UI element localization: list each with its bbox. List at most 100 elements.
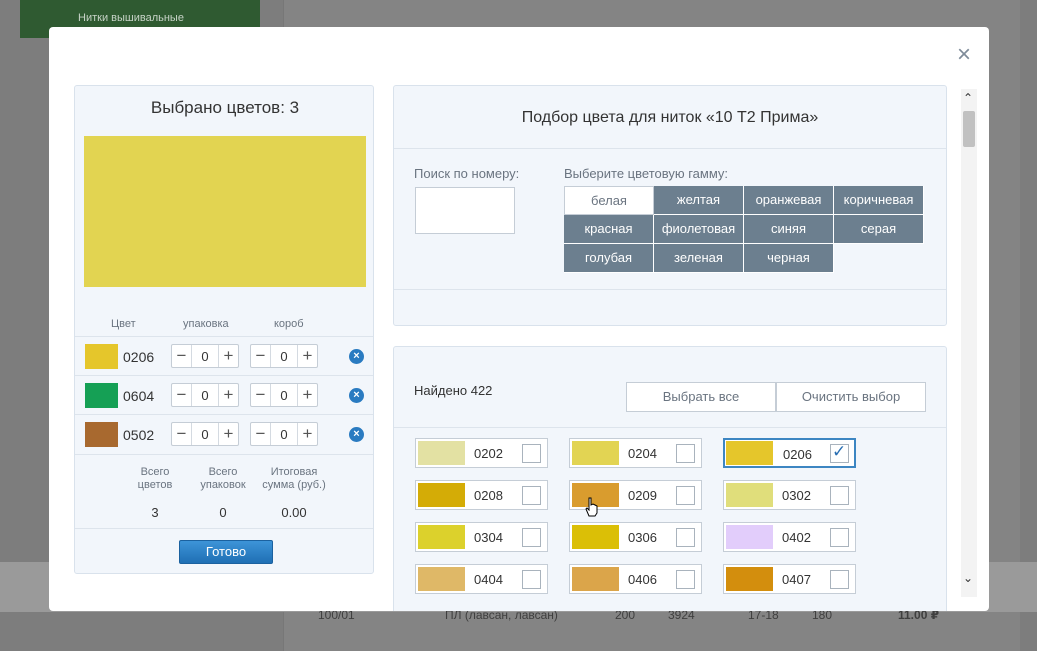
color-swatch: [85, 344, 118, 369]
scrollbar-thumb[interactable]: [963, 111, 975, 147]
color-swatch: [572, 567, 619, 591]
done-button[interactable]: Готово: [179, 540, 273, 564]
color-range-2[interactable]: оранжевая: [744, 186, 834, 215]
modal-scrollbar[interactable]: ⌃ ⌄: [961, 89, 977, 597]
search-number-input[interactable]: [415, 187, 515, 234]
pack-stepper[interactable]: −0 +: [171, 344, 239, 368]
select-all-button[interactable]: Выбрать все: [626, 382, 776, 412]
plus-icon[interactable]: +: [297, 423, 317, 445]
minus-icon[interactable]: −: [251, 345, 271, 367]
color-tile[interactable]: 0304: [415, 522, 548, 552]
pack-quantity[interactable]: 0: [193, 345, 217, 367]
pack-quantity[interactable]: 0: [193, 423, 217, 445]
pack-stepper[interactable]: −0 +: [171, 422, 239, 446]
minus-icon[interactable]: −: [172, 345, 192, 367]
total-colors-value: 3: [151, 505, 159, 520]
color-tile[interactable]: 0407: [723, 564, 856, 594]
color-range-5[interactable]: фиолетовая: [654, 215, 744, 244]
color-range-0[interactable]: белая: [564, 186, 654, 215]
color-range-3[interactable]: коричневая: [834, 186, 924, 215]
column-header-box: короб: [274, 318, 304, 330]
hand-cursor-icon: [585, 497, 598, 517]
color-tile[interactable]: 0306: [569, 522, 702, 552]
select-checkbox[interactable]: [522, 444, 541, 463]
pack-stepper[interactable]: −0 +: [171, 383, 239, 407]
scroll-up-icon[interactable]: ⌃: [963, 91, 973, 105]
color-swatch: [726, 441, 773, 465]
color-range-10[interactable]: черная: [744, 244, 834, 273]
color-tile[interactable]: 0406: [569, 564, 702, 594]
box-quantity[interactable]: 0: [272, 384, 296, 406]
color-range-8[interactable]: голубая: [564, 244, 654, 273]
color-tile[interactable]: 0202: [415, 438, 548, 468]
color-tile[interactable]: 0204: [569, 438, 702, 468]
plus-icon[interactable]: +: [297, 384, 317, 406]
scroll-down-icon[interactable]: ⌄: [963, 571, 973, 585]
color-tile[interactable]: 0208: [415, 480, 548, 510]
selected-color-row: 0604−0 + −0 + ×: [75, 375, 373, 414]
selected-colors-panel: Выбрано цветов: 3 Цвет упаковка короб 02…: [74, 85, 374, 574]
remove-icon[interactable]: ×: [349, 349, 364, 364]
minus-icon[interactable]: −: [172, 384, 192, 406]
box-stepper[interactable]: −0 +: [250, 344, 318, 368]
clear-selection-button[interactable]: Очистить выбор: [776, 382, 926, 412]
color-code: 0208: [474, 488, 503, 503]
color-code: 0604: [123, 388, 155, 404]
select-checkbox[interactable]: [676, 486, 695, 505]
select-checkbox[interactable]: [676, 528, 695, 547]
color-code: 0206: [783, 447, 812, 462]
select-checkbox[interactable]: ✓: [830, 442, 849, 463]
minus-icon[interactable]: −: [251, 384, 271, 406]
minus-icon[interactable]: −: [251, 423, 271, 445]
selected-color-row: 0502−0 + −0 + ×: [75, 414, 373, 453]
color-code: 0402: [782, 530, 811, 545]
total-sum-value: 0.00: [281, 505, 307, 520]
color-swatch: [418, 441, 465, 465]
plus-icon[interactable]: +: [218, 423, 238, 445]
select-checkbox[interactable]: [676, 444, 695, 463]
box-quantity[interactable]: 0: [272, 345, 296, 367]
color-code: 0406: [628, 572, 657, 587]
select-checkbox[interactable]: [522, 570, 541, 589]
color-range-4[interactable]: красная: [564, 215, 654, 244]
plus-icon[interactable]: +: [218, 384, 238, 406]
color-swatch: [572, 525, 619, 549]
color-swatch: [726, 483, 773, 507]
color-tile[interactable]: 0302: [723, 480, 856, 510]
color-range-6[interactable]: синяя: [744, 215, 834, 244]
pack-quantity[interactable]: 0: [193, 384, 217, 406]
box-stepper[interactable]: −0 +: [250, 383, 318, 407]
color-range-9[interactable]: зеленая: [654, 244, 744, 273]
selected-colors-title: Выбрано цветов: 3: [150, 98, 300, 117]
plus-icon[interactable]: +: [297, 345, 317, 367]
select-checkbox[interactable]: [676, 570, 695, 589]
color-range-7[interactable]: серая: [834, 215, 924, 244]
color-code: 0502: [123, 427, 155, 443]
color-range-label: Выберите цветовую гамму:: [564, 166, 729, 181]
color-swatch: [85, 422, 118, 447]
remove-icon[interactable]: ×: [349, 427, 364, 442]
color-code: 0404: [474, 572, 503, 587]
close-icon[interactable]: ×: [957, 43, 971, 67]
color-tile[interactable]: 0404: [415, 564, 548, 594]
results-divider: [394, 427, 946, 428]
checkmark-icon: ✓: [832, 442, 847, 461]
select-checkbox[interactable]: [830, 528, 849, 547]
select-checkbox[interactable]: [522, 486, 541, 505]
select-checkbox[interactable]: [830, 570, 849, 589]
color-tile[interactable]: 0402: [723, 522, 856, 552]
color-tile[interactable]: 0206 ✓: [723, 438, 856, 468]
color-swatch: [418, 525, 465, 549]
remove-icon[interactable]: ×: [349, 388, 364, 403]
color-swatch: [726, 567, 773, 591]
total-packs-label: Всего упаковок: [200, 466, 246, 491]
select-checkbox[interactable]: [830, 486, 849, 505]
color-code: 0202: [474, 446, 503, 461]
color-range-1[interactable]: желтая: [654, 186, 744, 215]
select-checkbox[interactable]: [522, 528, 541, 547]
box-quantity[interactable]: 0: [272, 423, 296, 445]
plus-icon[interactable]: +: [218, 345, 238, 367]
color-range-grid: белая желтая оранжевая коричневая красная фио…: [564, 186, 926, 274]
box-stepper[interactable]: −0 +: [250, 422, 318, 446]
minus-icon[interactable]: −: [172, 423, 192, 445]
